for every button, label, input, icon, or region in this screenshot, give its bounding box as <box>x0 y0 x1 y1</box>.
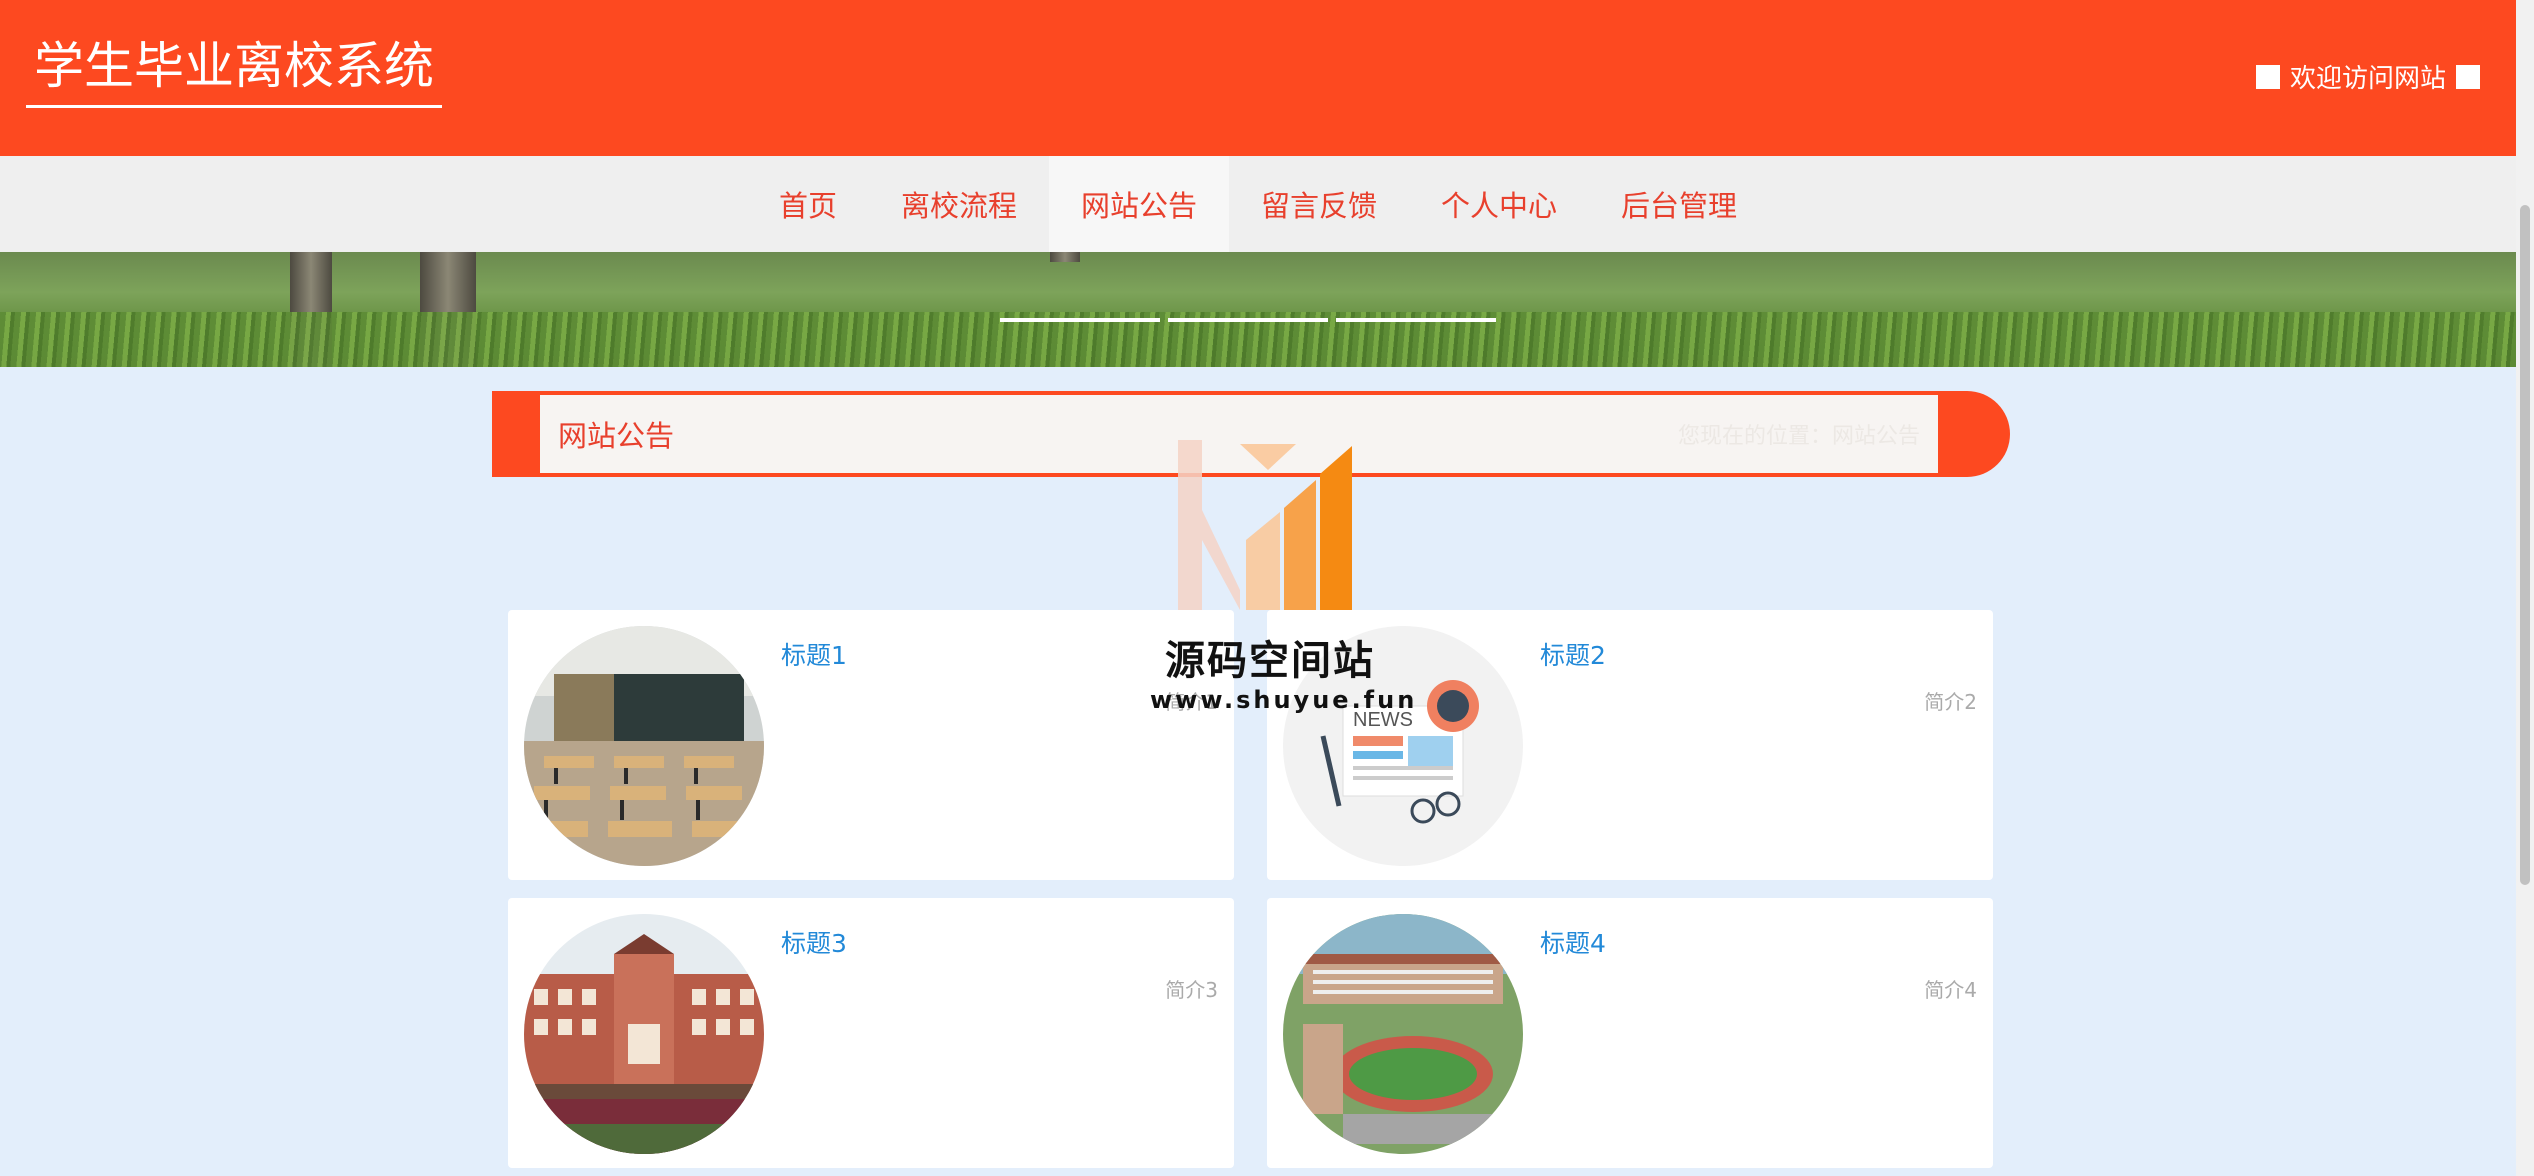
card-thumbnail[interactable] <box>524 626 764 866</box>
card-title[interactable]: 标题1 <box>781 636 847 672</box>
watermark-title: 源码空间站 <box>1165 638 1375 684</box>
banner-carousel <box>0 252 2516 367</box>
card-intro: 简介4 <box>1924 978 1977 1002</box>
nav-item-admin[interactable]: 后台管理 <box>1589 156 1769 252</box>
campus-aerial-photo <box>1283 914 1523 1154</box>
nav-item-announcements[interactable]: 网站公告 <box>1048 156 1229 252</box>
site-header: 学生毕业离校系统 欢迎访问网站 <box>0 0 2516 156</box>
card-title[interactable]: 标题4 <box>1540 924 1606 960</box>
breadcrumb: 您现在的位置：网站公告 <box>1677 424 1920 449</box>
nav-item-feedback[interactable]: 留言反馈 <box>1229 156 1409 252</box>
card-intro: 简介2 <box>1924 690 1977 714</box>
site-title[interactable]: 学生毕业离校系统 <box>26 34 442 108</box>
card-intro: 简介3 <box>1165 978 1218 1002</box>
section-title: 网站公告 <box>558 419 675 453</box>
welcome-text: 欢迎访问网站 <box>2289 64 2446 94</box>
announcement-card[interactable]: 标题3 简介3 <box>508 898 1234 1168</box>
carousel-dot[interactable] <box>1336 318 1496 322</box>
page-scrollbar[interactable] <box>2516 0 2534 1176</box>
classroom-photo <box>524 626 764 866</box>
card-title[interactable]: 标题2 <box>1540 636 1606 672</box>
main-nav: 首页 离校流程 网站公告 留言反馈 个人中心 后台管理 <box>0 156 2516 252</box>
scrollbar-thumb[interactable] <box>2520 205 2530 885</box>
welcome-message: 欢迎访问网站 <box>2255 58 2480 95</box>
card-thumbnail[interactable] <box>524 914 764 1154</box>
watermark-logo-icon <box>1178 440 1352 610</box>
nav-item-home[interactable]: 首页 <box>747 156 869 252</box>
carousel-dot[interactable] <box>1000 318 1160 322</box>
card-title[interactable]: 标题3 <box>781 924 847 960</box>
carousel-indicators <box>1000 318 1496 322</box>
announcement-card[interactable]: 标题4 简介4 <box>1267 898 1993 1168</box>
square-icon <box>2456 64 2480 89</box>
campus-building-photo <box>524 914 764 1154</box>
banner-decoration <box>1050 252 1080 262</box>
announcement-card[interactable]: 标题1 简介1 <box>508 610 1234 880</box>
carousel-dot[interactable] <box>1168 318 1328 322</box>
nav-item-profile[interactable]: 个人中心 <box>1409 156 1589 252</box>
nav-item-process[interactable]: 离校流程 <box>869 156 1049 252</box>
card-thumbnail[interactable] <box>1283 914 1523 1154</box>
watermark: 源码空间站 www.shuyue.fun <box>1150 440 1418 714</box>
watermark-url: www.shuyue.fun <box>1150 686 1418 714</box>
square-icon <box>2255 64 2280 89</box>
